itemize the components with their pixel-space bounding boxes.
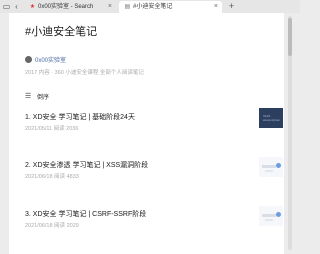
article-title[interactable]: 2. XD安全渗透 学习笔记 | XSS漏洞阶段 <box>25 160 148 170</box>
list-item[interactable]: 2. XD安全渗透 学习笔记 | XSS漏洞阶段 2021/06/18 阅读 4… <box>25 157 283 200</box>
article-title[interactable]: 1. XD安全 学习笔记 | 基础阶段24天 <box>25 112 135 122</box>
window-menu-icon[interactable]: ▭ <box>2 2 11 11</box>
tab-notes[interactable]: ▤ #小迪安全笔记 × <box>119 1 222 13</box>
thumbnail-text: XinDi · eleventyhour <box>263 114 281 122</box>
new-tab-button[interactable]: + <box>226 1 237 12</box>
tab-search[interactable]: ★ 0x00实验室 - Search × <box>24 1 116 13</box>
search-favicon-icon: ★ <box>29 4 36 10</box>
author-name[interactable]: 0x00实验室 <box>35 55 66 64</box>
collection-meta: 2017 内容 · 360 小迪安全课程 全部个人阅读笔记 <box>25 70 144 76</box>
sort-label: 倒序 <box>37 95 50 101</box>
tab-label: 0x00实验室 - Search <box>38 4 94 10</box>
scrollbar-thumb[interactable] <box>288 18 292 56</box>
article-thumbnail[interactable] <box>259 206 283 226</box>
article-title[interactable]: 3. XD安全 学习笔记 | CSRF-SSRF阶段 <box>25 209 146 219</box>
article-meta: 2021/05/11 阅读 2036 <box>25 126 79 132</box>
list-item[interactable]: 3. XD安全 学习笔记 | CSRF-SSRF阶段 2021/06/18 阅读… <box>25 206 283 249</box>
article-meta: 2021/06/18 阅读 4833 <box>25 174 79 180</box>
page-title: #小迪安全笔记 <box>25 26 98 38</box>
tab-label: #小迪安全笔记 <box>133 4 173 10</box>
tab-close-icon[interactable]: × <box>214 1 218 13</box>
article-thumbnail[interactable]: XinDi · eleventyhour <box>259 108 283 128</box>
avatar[interactable] <box>25 56 32 63</box>
page-favicon-icon: ▤ <box>124 4 131 10</box>
back-icon[interactable]: ‹ <box>12 2 21 11</box>
browser-tab-bar: ▭ ‹ ★ 0x00实验室 - Search × ▤ #小迪安全笔记 × + <box>0 0 300 13</box>
list-item[interactable]: 1. XD安全 学习笔记 | 基础阶段24天 2021/05/11 阅读 203… <box>25 108 283 152</box>
tab-close-icon[interactable]: × <box>108 1 112 13</box>
article-thumbnail[interactable] <box>259 157 283 177</box>
page-content: #小迪安全笔记 0x00实验室 2017 内容 · 360 小迪安全课程 全部个… <box>9 13 284 254</box>
article-meta: 2021/06/18 阅读 2029 <box>25 223 79 229</box>
list-icon: ☰ <box>25 93 32 100</box>
